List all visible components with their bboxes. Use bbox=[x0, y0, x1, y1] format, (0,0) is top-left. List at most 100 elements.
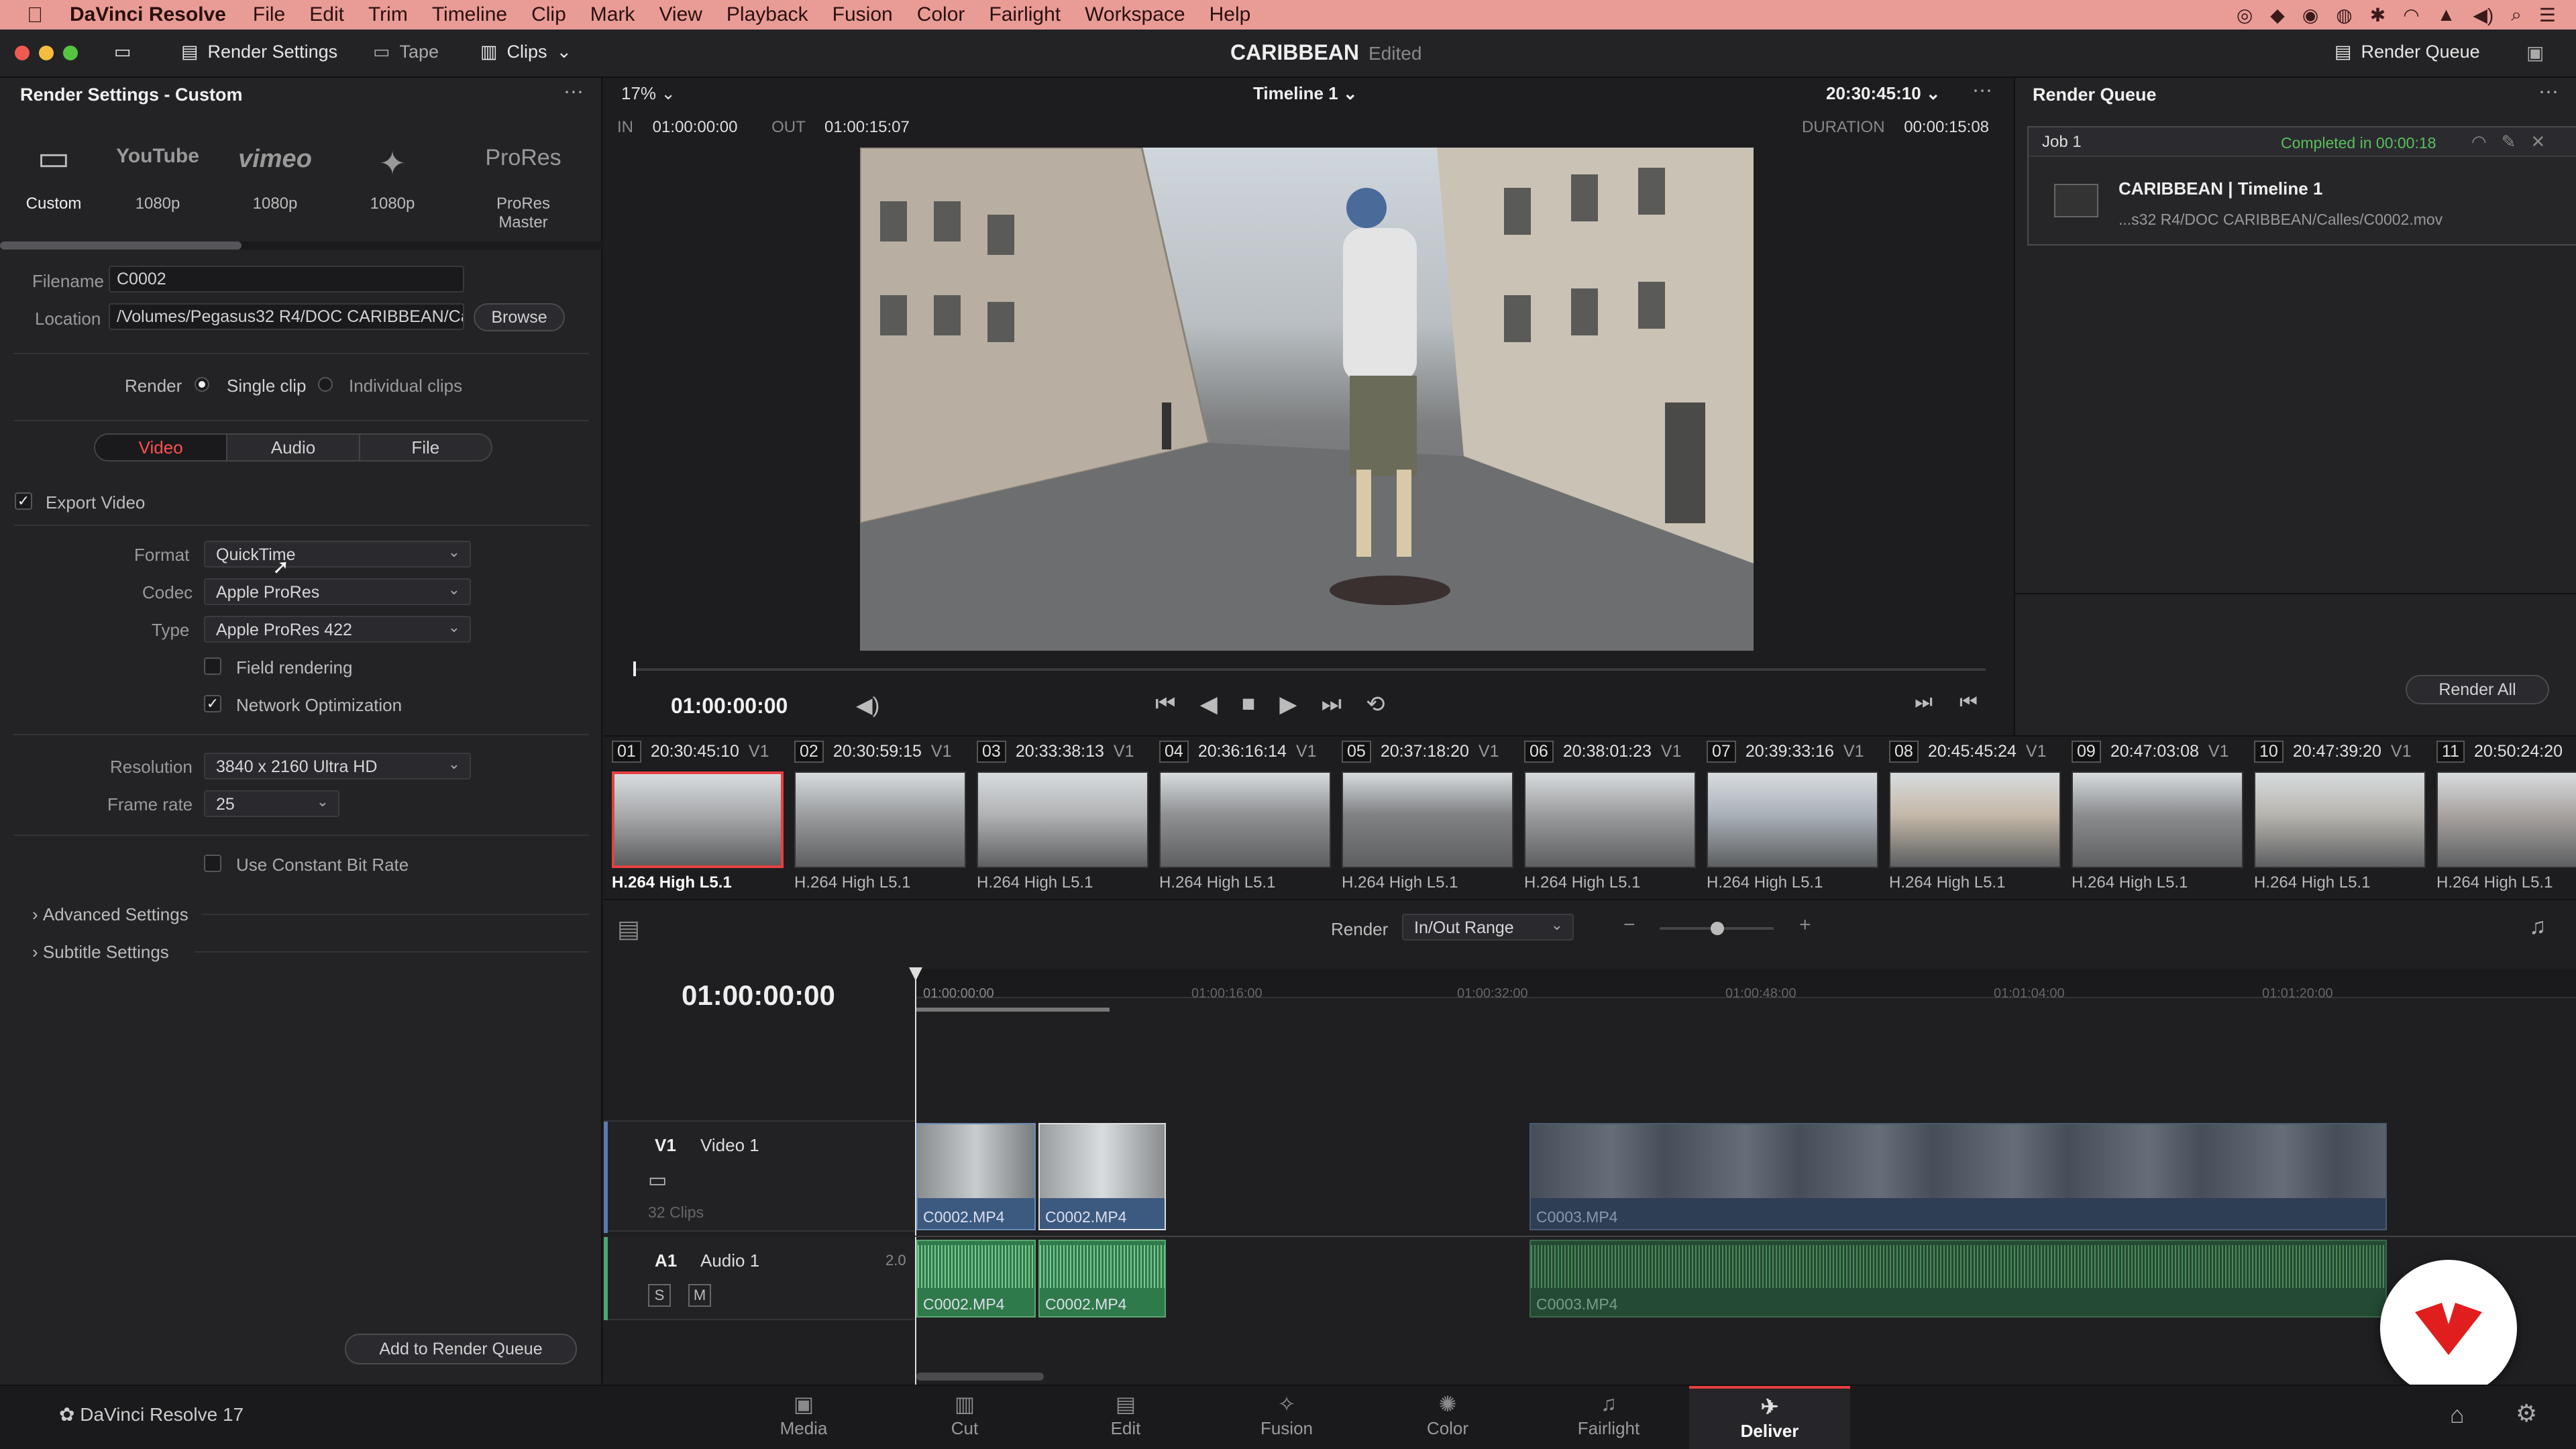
edit-job-icon[interactable]: ✎ bbox=[2502, 131, 2516, 152]
timeline-scrollbar[interactable] bbox=[916, 1373, 1044, 1381]
advanced-settings-toggle[interactable]: › Advanced Settings bbox=[32, 904, 189, 925]
render-range-dropdown[interactable]: In/Out Range ⌄ bbox=[1402, 914, 1574, 941]
panel-collapse-icon[interactable]: ▣ bbox=[2526, 42, 2544, 64]
audio-meter-icon[interactable]: ♫ bbox=[2529, 914, 2546, 940]
page-media[interactable]: ▣ Media bbox=[723, 1391, 884, 1445]
preset-custom[interactable]: ▭ Custom bbox=[13, 138, 94, 213]
scrollbar-thumb[interactable] bbox=[0, 241, 241, 250]
menu-playback[interactable]: Playback bbox=[727, 3, 808, 26]
timeline-audio-clip[interactable]: C0002.MP4 bbox=[1038, 1240, 1166, 1318]
clip-thumbnail[interactable] bbox=[2072, 771, 2243, 868]
track-audio1-name[interactable]: Audio 1 bbox=[700, 1250, 759, 1271]
control-center-icon[interactable]: ☰ bbox=[2539, 4, 2556, 26]
single-clip-radio[interactable] bbox=[195, 377, 209, 392]
menu-file[interactable]: File bbox=[253, 3, 285, 26]
settings-gear-icon[interactable]: ⚙ bbox=[2516, 1399, 2537, 1428]
loop-icon[interactable]: ⟲ bbox=[1366, 691, 1385, 718]
clip-thumbnail[interactable] bbox=[1159, 771, 1331, 868]
render-queue-toggle[interactable]: ▤ Render Queue bbox=[2334, 42, 2480, 62]
clip-thumbnail[interactable] bbox=[794, 771, 966, 868]
menu-trim[interactable]: Trim bbox=[368, 3, 408, 26]
menu-timeline[interactable]: Timeline bbox=[432, 3, 507, 26]
timeline-view-icon[interactable]: ▤ bbox=[617, 915, 640, 943]
apple-icon[interactable]:  bbox=[27, 3, 43, 28]
preset-prores[interactable]: ProRes ProRes Master bbox=[470, 145, 577, 232]
filename-field[interactable]: C0002 bbox=[109, 266, 464, 292]
viewer-options-icon[interactable]: ⋯ bbox=[1972, 79, 1992, 103]
browse-button[interactable]: Browse bbox=[474, 303, 565, 331]
format-dropdown[interactable]: QuickTime ⌄ bbox=[204, 541, 471, 568]
clip-thumbnail[interactable] bbox=[1707, 771, 1878, 868]
tab-audio[interactable]: Audio bbox=[227, 435, 360, 460]
menu-mark[interactable]: Mark bbox=[590, 3, 635, 26]
monitor-button[interactable]: ▭ bbox=[114, 42, 131, 62]
preset-youtube[interactable]: YouTube 1080p bbox=[114, 145, 201, 213]
clip-thumbnail[interactable] bbox=[1342, 771, 1513, 868]
menu-view[interactable]: View bbox=[659, 3, 702, 26]
app-status-icon[interactable]: ◍ bbox=[2336, 4, 2352, 26]
menu-fusion[interactable]: Fusion bbox=[833, 3, 893, 26]
menu-workspace[interactable]: Workspace bbox=[1085, 3, 1185, 26]
close-window-button[interactable] bbox=[15, 46, 30, 60]
tab-video[interactable]: Video bbox=[95, 435, 228, 460]
timeline-audio-clip[interactable]: C0003.MP4 bbox=[1529, 1240, 2387, 1318]
location-field[interactable]: /Volumes/Pegasus32 R4/DOC CARIBBEAN/Call… bbox=[109, 303, 464, 330]
volume-icon[interactable]: ◀) bbox=[856, 692, 879, 718]
search-icon[interactable]: ⌕ bbox=[2511, 4, 2522, 26]
timeline-clip[interactable]: C0003.MP4 bbox=[1529, 1123, 2387, 1230]
individual-clips-radio[interactable] bbox=[318, 377, 333, 392]
stop-icon[interactable]: ■ bbox=[1242, 691, 1256, 718]
add-to-render-queue-button[interactable]: Add to Render Queue bbox=[345, 1334, 577, 1364]
page-fairlight[interactable]: ♫ Fairlight bbox=[1528, 1391, 1689, 1445]
wifi-icon[interactable]: ◠ bbox=[2403, 4, 2419, 26]
subtitle-settings-toggle[interactable]: › Subtitle Settings bbox=[32, 942, 169, 963]
home-icon[interactable]: ⌂ bbox=[2450, 1401, 2465, 1429]
jump-end-icon[interactable]: ⏭ bbox=[1321, 691, 1342, 718]
zoom-out-icon[interactable]: − bbox=[1623, 914, 1635, 936]
timecode-display[interactable]: 20:30:45:10 ⌄ bbox=[1826, 83, 1941, 104]
page-deliver[interactable]: ✈ Deliver bbox=[1689, 1386, 1850, 1449]
clip-thumbnail[interactable] bbox=[1889, 771, 2061, 868]
timeline-clip[interactable]: C0002.MP4 bbox=[1038, 1123, 1166, 1230]
solo-button[interactable]: S bbox=[648, 1284, 671, 1307]
page-fusion[interactable]: ✧ Fusion bbox=[1206, 1391, 1367, 1445]
sync-icon[interactable]: ◉ bbox=[2302, 4, 2318, 26]
viewer-scrubber[interactable] bbox=[633, 668, 1986, 671]
menu-clip[interactable]: Clip bbox=[531, 3, 566, 26]
jump-start-icon[interactable]: ⏮ bbox=[1155, 691, 1176, 718]
zoom-dropdown[interactable]: 17% ⌄ bbox=[621, 83, 676, 104]
render-all-button[interactable]: Render All bbox=[2406, 675, 2549, 704]
presets-scrollbar[interactable] bbox=[0, 241, 602, 250]
preset-vimeo[interactable]: vimeo 1080p bbox=[231, 145, 319, 213]
field-rendering-checkbox[interactable] bbox=[204, 657, 221, 675]
clip-thumbnail[interactable] bbox=[977, 771, 1148, 868]
menu-fairlight[interactable]: Fairlight bbox=[989, 3, 1061, 26]
bluetooth-icon[interactable]: ✱ bbox=[2370, 4, 2385, 26]
minimize-window-button[interactable] bbox=[39, 46, 54, 60]
menu-edit[interactable]: Edit bbox=[309, 3, 344, 26]
page-cut[interactable]: ▥ Cut bbox=[884, 1391, 1045, 1445]
preset-twitter[interactable]: ✦ 1080p bbox=[349, 145, 436, 213]
type-dropdown[interactable]: Apple ProRes 422 ⌄ bbox=[204, 616, 471, 643]
timeline-selector[interactable]: Timeline 1 ⌄ bbox=[1253, 83, 1358, 104]
creative-cloud-icon[interactable]: ◎ bbox=[2237, 4, 2253, 26]
reverse-play-icon[interactable]: ◀ bbox=[1200, 691, 1218, 718]
app-menu[interactable]: DaVinci Resolve bbox=[70, 3, 226, 26]
clip-thumbnail[interactable] bbox=[1524, 771, 1696, 868]
clip-thumbnail[interactable] bbox=[2254, 771, 2426, 868]
remove-job-icon[interactable]: ✕ bbox=[2530, 131, 2545, 152]
tape-toggle[interactable]: ▭ Tape bbox=[373, 42, 439, 62]
clip-thumbnail[interactable] bbox=[2436, 771, 2576, 868]
menu-help[interactable]: Help bbox=[1210, 3, 1251, 26]
page-edit[interactable]: ▤ Edit bbox=[1045, 1391, 1206, 1445]
next-edit-icon[interactable]: ⏭ bbox=[1915, 691, 1933, 714]
play-icon[interactable]: ▶ bbox=[1279, 691, 1297, 718]
network-optimization-checkbox[interactable]: ✓ bbox=[204, 695, 221, 712]
export-video-checkbox[interactable]: ✓ bbox=[15, 492, 32, 510]
page-color[interactable]: ✺ Color bbox=[1367, 1391, 1528, 1445]
menu-color[interactable]: Color bbox=[917, 3, 965, 26]
timeline-clip[interactable]: C0002.MP4 bbox=[916, 1123, 1036, 1230]
playhead-marker[interactable] bbox=[633, 661, 636, 676]
dropbox-icon[interactable]: ◆ bbox=[2270, 4, 2285, 26]
zoom-slider-handle[interactable] bbox=[1711, 922, 1724, 935]
